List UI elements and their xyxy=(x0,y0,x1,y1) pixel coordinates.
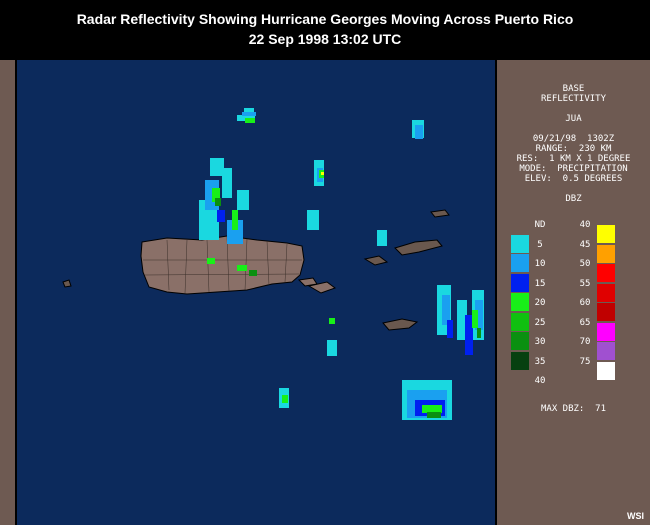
mode-info: MODE: PRECIPITATION xyxy=(519,164,628,174)
legend-label-legend-right-1: 45 xyxy=(579,239,591,250)
left-border-strip xyxy=(0,60,15,525)
legend-label-legend-right-5: 65 xyxy=(579,317,591,328)
scan-datetime: 09/21/98 1302Z xyxy=(532,134,615,144)
station-id: JUA xyxy=(565,114,582,124)
legend-swatch-legend-left-5 xyxy=(511,312,529,331)
virgin-islands-1 xyxy=(363,255,389,266)
legend-swatch-legend-right-1 xyxy=(597,244,615,263)
puerto-rico-island xyxy=(140,235,305,295)
legend-label-legend-right-2: 50 xyxy=(579,259,591,269)
legend-label-legend-left-3: 15 xyxy=(534,278,546,289)
product-line-2: REFLECTIVITY xyxy=(540,94,607,104)
resolution-info: RES: 1 KM X 1 DEGREE xyxy=(516,154,631,164)
legend-panel: BASE REFLECTIVITY JUA 09/21/98 1302Z RAN… xyxy=(497,60,650,525)
legend-swatch-legend-left-6 xyxy=(511,332,529,350)
legend-label-legend-left-1: 5 xyxy=(537,239,543,250)
legend-swatch-legend-left-2 xyxy=(511,254,529,272)
radar-map xyxy=(15,60,497,525)
legend-swatch-legend-right-5 xyxy=(597,322,615,341)
title-bar: Radar Reflectivity Showing Hurricane Geo… xyxy=(0,0,650,60)
legend-label-legend-right-0: 40 xyxy=(579,220,591,230)
elevation-info: ELEV: 0.5 DEGREES xyxy=(524,174,623,184)
legend-label-legend-right-3: 55 xyxy=(579,278,591,289)
legend-swatch-legend-left-1 xyxy=(511,234,529,253)
legend-swatch-legend-left-7 xyxy=(511,351,529,370)
legend-label-legend-left-6: 30 xyxy=(534,337,546,347)
dbz-header: DBZ xyxy=(565,194,582,204)
legend-swatch-legend-right-2 xyxy=(597,264,615,282)
legend-label-legend-left-8: 40 xyxy=(534,376,546,386)
legend-label-legend-left-2: 10 xyxy=(534,259,546,269)
wsi-credit: WSI xyxy=(627,511,644,521)
legend-label-legend-left-7: 35 xyxy=(534,356,546,367)
anegada-island xyxy=(430,209,450,218)
legend-swatch-legend-left-4 xyxy=(511,293,529,311)
range-info: RANGE: 230 KM xyxy=(535,144,612,154)
title-line-1: Radar Reflectivity Showing Hurricane Geo… xyxy=(76,11,574,27)
legend-swatch-legend-right-4 xyxy=(597,303,615,321)
max-dbz: MAX DBZ: 71 xyxy=(540,404,607,414)
product-line-1: BASE xyxy=(562,84,585,94)
legend-swatch-legend-left-3 xyxy=(511,273,529,292)
legend-label-legend-right-4: 60 xyxy=(579,298,591,308)
mona-island xyxy=(62,279,72,288)
legend-label-legend-right-7: 75 xyxy=(579,356,591,367)
title-line-2: 22 Sep 1998 13:02 UTC xyxy=(248,31,402,47)
legend-swatch-legend-right-3 xyxy=(597,283,615,302)
st-croix-island xyxy=(382,318,419,331)
legend-label-legend-right-6: 70 xyxy=(579,337,591,347)
legend-label-legend-left-5: 25 xyxy=(534,317,546,328)
legend-swatch-legend-right-6 xyxy=(597,342,615,360)
legend-swatch-legend-right-7 xyxy=(597,361,615,380)
legend-swatch-legend-right-0 xyxy=(597,225,615,243)
virgin-islands-2 xyxy=(394,239,443,256)
vieques-island xyxy=(297,277,318,287)
radar-map-svg xyxy=(62,108,484,420)
legend-label-legend-left-0: ND xyxy=(534,220,546,230)
legend-label-legend-left-4: 20 xyxy=(534,298,546,308)
